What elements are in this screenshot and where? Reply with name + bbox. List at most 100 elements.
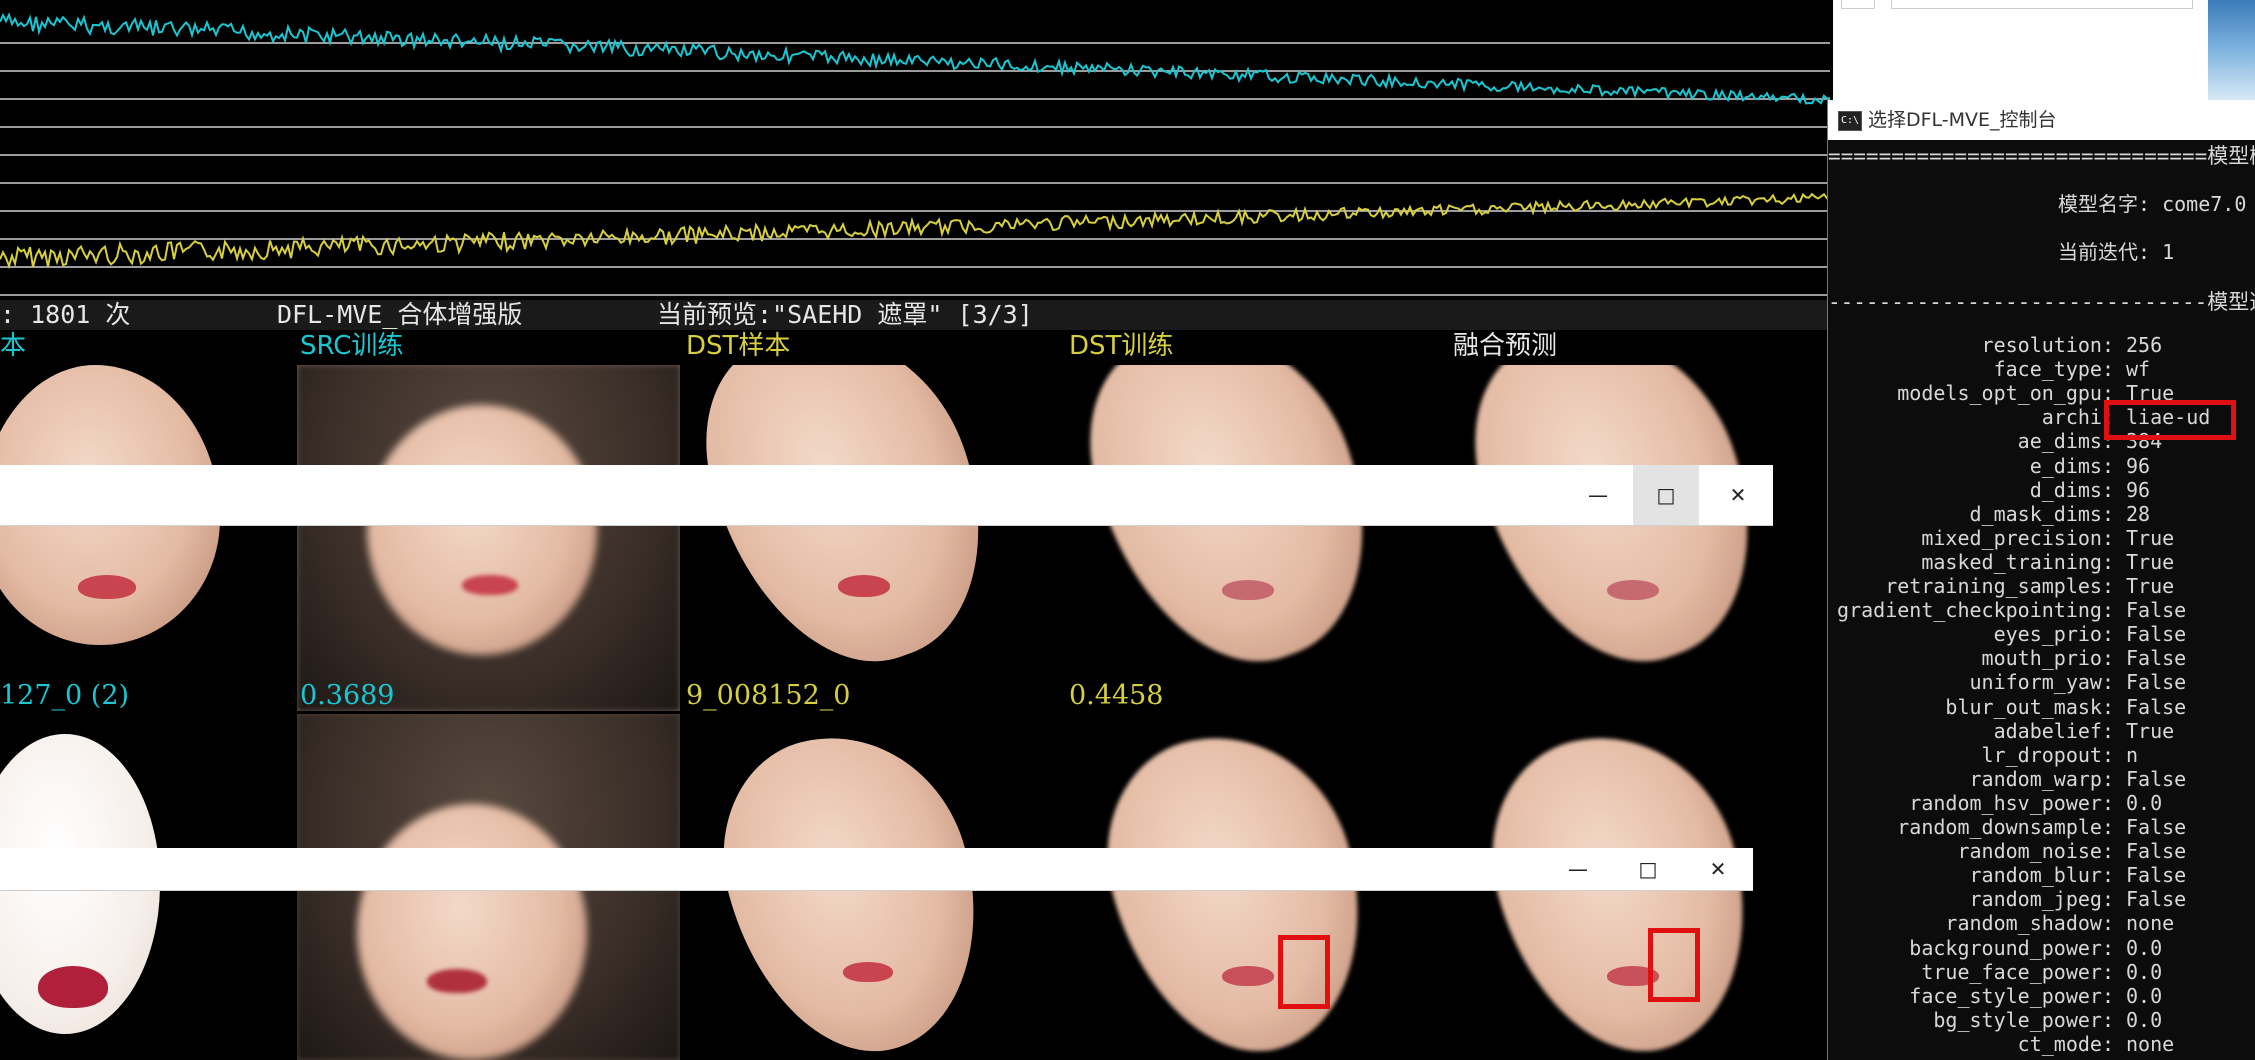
model-option-row: ct_mode: none bbox=[1828, 1032, 2255, 1056]
option-key: random_shadow: bbox=[1945, 911, 2114, 936]
model-option-row: resolution: 256 bbox=[1828, 333, 2255, 357]
option-key: d_mask_dims: bbox=[1969, 501, 2115, 526]
option-key: retraining_samples: bbox=[1885, 574, 2114, 598]
maximize-icon: □ bbox=[1656, 483, 1676, 507]
model-option-row: blur_out_mask: False bbox=[1828, 695, 2255, 719]
model-option-row: random_noise: False bbox=[1828, 839, 2255, 863]
model-option-row: retraining_samples: True bbox=[1828, 574, 2255, 598]
option-value: True bbox=[2126, 525, 2175, 550]
option-value: False bbox=[2126, 766, 2187, 791]
option-value: 0.0 bbox=[2126, 959, 2163, 984]
option-value: n bbox=[2126, 742, 2139, 767]
maximize-button[interactable]: □ bbox=[1633, 465, 1699, 525]
model-option-row: random_shadow: none bbox=[1828, 911, 2255, 935]
highlight-box-merged bbox=[1648, 928, 1700, 1002]
column-dst-train: DST训练 bbox=[1069, 331, 1174, 361]
option-key: eyes_prio: bbox=[1993, 622, 2114, 647]
option-key: random_blur: bbox=[1969, 863, 2115, 888]
option-key: face_style_power: bbox=[1909, 983, 2114, 1008]
option-value: 28 bbox=[2126, 501, 2151, 526]
dst-sample-image bbox=[683, 365, 1064, 711]
minimize-button[interactable]: — bbox=[1565, 465, 1631, 525]
option-key: ae_dims: bbox=[2017, 429, 2114, 454]
model-option-row: background_power: 0.0 bbox=[1828, 936, 2255, 960]
model-option-row: eyes_prio: False bbox=[1828, 622, 2255, 646]
model-option-row: d_mask_dims: 28 bbox=[1828, 502, 2255, 526]
option-key: blur_out_mask: bbox=[1945, 694, 2114, 719]
model-option-row: d_dims: 96 bbox=[1828, 478, 2255, 502]
model-option-row: mixed_precision: True bbox=[1828, 526, 2255, 550]
model-option-row: uniform_yaw: False bbox=[1828, 670, 2255, 694]
option-value: none bbox=[2126, 1031, 2175, 1056]
close-button-2[interactable]: ✕ bbox=[1685, 848, 1751, 890]
model-summary-header: ==============================模型概 bbox=[1828, 144, 2255, 168]
current-iteration-line: 当前迭代: 1 bbox=[2058, 240, 2175, 264]
option-key: background_power: bbox=[1909, 935, 2114, 960]
option-value: False bbox=[2126, 670, 2187, 695]
src-loss-value: 0.3689 bbox=[300, 680, 395, 711]
column-src-sample: 本 bbox=[0, 331, 27, 361]
option-key: mixed_precision: bbox=[1921, 525, 2114, 550]
merged-prediction-image bbox=[1452, 365, 1830, 711]
option-value: False bbox=[2126, 887, 2187, 912]
option-value: none bbox=[2126, 911, 2175, 936]
current-preview-label: 当前预览:"SAEHD 遮罩" [3/3] bbox=[657, 300, 1033, 329]
model-options-header: ------------------------------模型选项 bbox=[1828, 290, 2255, 314]
model-option-row: masked_training: True bbox=[1828, 550, 2255, 574]
console-app-icon: C:\ bbox=[1838, 111, 1862, 131]
column-dst-sample: DST样本 bbox=[686, 331, 791, 361]
console-title-text: 选择DFL-MVE_控制台 bbox=[1868, 109, 2057, 131]
overlapping-window-titlebar-1: — □ ✕ bbox=[0, 465, 1773, 526]
model-option-row: random_jpeg: False bbox=[1828, 887, 2255, 911]
option-value: 96 bbox=[2126, 453, 2151, 478]
model-option-row: lr_dropout: n bbox=[1828, 743, 2255, 767]
option-value: False bbox=[2126, 646, 2187, 671]
model-option-row: adabelief: True bbox=[1828, 719, 2255, 743]
src-train-image bbox=[297, 365, 680, 711]
option-value: 0.0 bbox=[2126, 935, 2163, 960]
option-key: random_downsample: bbox=[1897, 815, 2114, 839]
model-option-row: random_downsample: False bbox=[1828, 815, 2255, 839]
model-option-row: bg_style_power: 0.0 bbox=[1828, 1008, 2255, 1032]
column-src-train: SRC训练 bbox=[300, 331, 404, 361]
src-sample-image bbox=[0, 365, 294, 711]
option-value: False bbox=[2126, 815, 2187, 839]
option-key: resolution: bbox=[1981, 333, 2114, 357]
dst-loss-line bbox=[0, 192, 1830, 270]
wallpaper-thumbnail bbox=[2208, 0, 2255, 100]
console-titlebar[interactable]: C:\ 选择DFL-MVE_控制台 bbox=[1828, 100, 2255, 140]
option-key: mouth_prio: bbox=[1981, 646, 2114, 671]
option-key: face_type: bbox=[1993, 357, 2114, 382]
model-option-row: random_warp: False bbox=[1828, 767, 2255, 791]
src-sample-filename: 127_0 (2) bbox=[0, 680, 130, 711]
option-key: d_dims: bbox=[2029, 477, 2114, 502]
model-option-row: random_blur: False bbox=[1828, 863, 2255, 887]
highlight-box-archi bbox=[2104, 400, 2236, 440]
option-value: True bbox=[2126, 574, 2175, 598]
model-option-row: mouth_prio: False bbox=[1828, 646, 2255, 670]
option-key: random_jpeg: bbox=[1969, 887, 2115, 912]
address-field[interactable] bbox=[1891, 0, 2193, 9]
dst-loss-value: 0.4458 bbox=[1069, 680, 1164, 711]
highlight-box-dst-train bbox=[1278, 935, 1330, 1009]
minimize-button-2[interactable]: — bbox=[1545, 848, 1611, 890]
dst-train-image bbox=[1067, 365, 1448, 711]
app-version-label: DFL-MVE_合体增强版 bbox=[277, 300, 523, 329]
close-button[interactable]: ✕ bbox=[1705, 465, 1771, 525]
option-key: masked_training: bbox=[1921, 549, 2114, 574]
option-key: true_face_power: bbox=[1921, 959, 2114, 984]
preview-status-bar: : 1801 次 DFL-MVE_合体增强版 当前预览:"SAEHD 遮罩" [… bbox=[0, 300, 1830, 330]
option-value: True bbox=[2126, 549, 2175, 574]
minimize-icon: — bbox=[1568, 857, 1588, 881]
option-key: gradient_checkpointing: bbox=[1837, 598, 2114, 623]
column-merged-prediction: 融合预测 bbox=[1453, 331, 1558, 361]
option-key: uniform_yaw: bbox=[1969, 670, 2115, 695]
option-value: True bbox=[2126, 718, 2175, 743]
dropdown-button[interactable] bbox=[1841, 0, 1875, 9]
option-value: False bbox=[2126, 694, 2187, 719]
option-value: False bbox=[2126, 598, 2187, 623]
option-key: random_noise: bbox=[1957, 839, 2114, 864]
model-option-row: face_type: wf bbox=[1828, 357, 2255, 381]
option-key: bg_style_power: bbox=[1933, 1007, 2114, 1032]
maximize-button-2[interactable]: □ bbox=[1615, 848, 1681, 890]
